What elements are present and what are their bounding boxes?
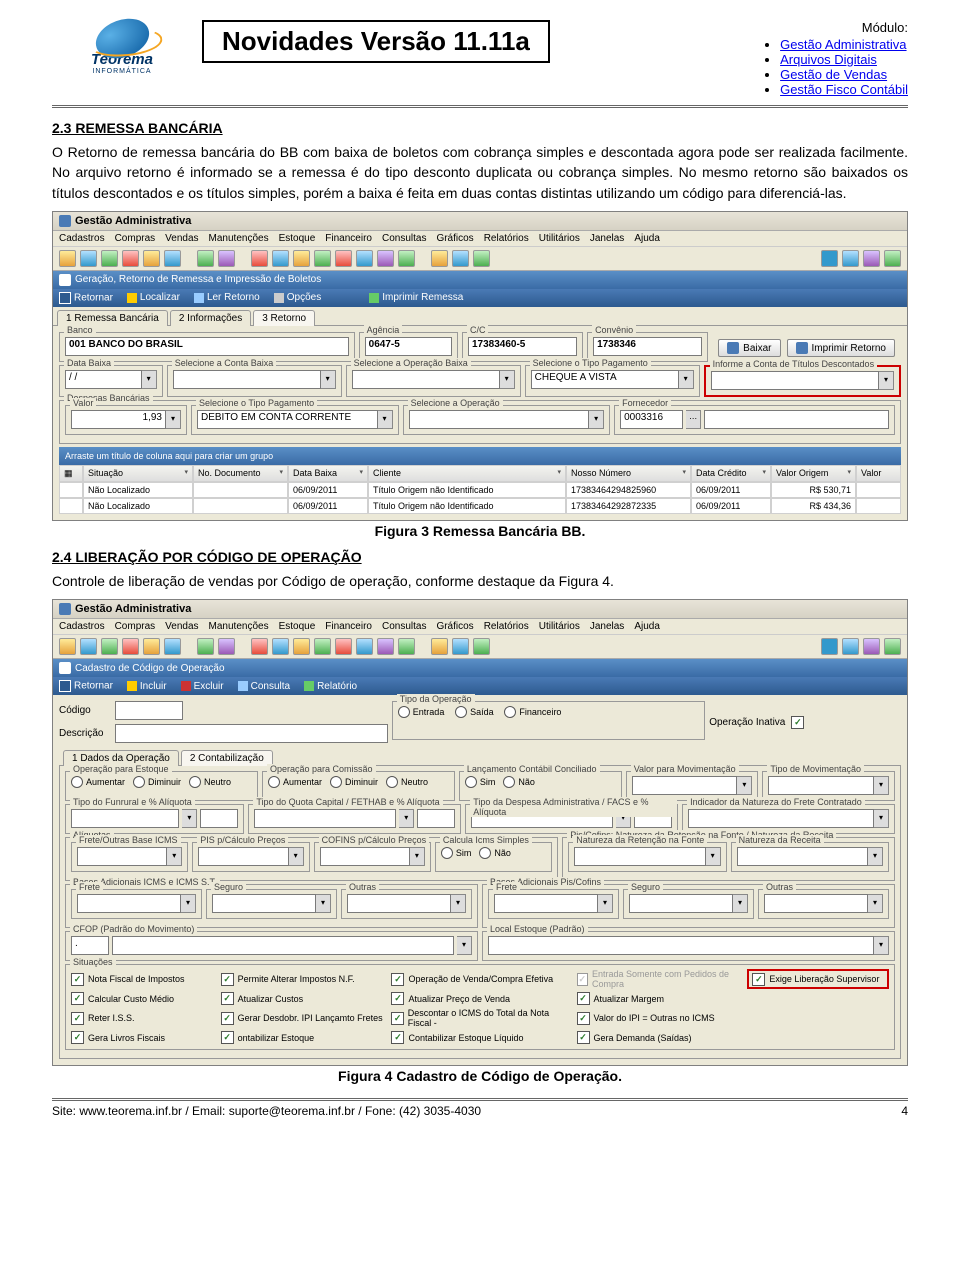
page-title: Novidades Versão 11.11a — [202, 20, 550, 63]
chevron-down-icon[interactable]: ▾ — [879, 371, 894, 390]
action-bar[interactable]: Retornar Incluir Excluir Consulta Relató… — [53, 677, 907, 695]
chevron-down-icon[interactable]: ▾ — [142, 370, 157, 389]
section-text-24: Controle de liberação de vendas por Códi… — [52, 571, 908, 591]
radio-saida[interactable]: Saída — [455, 706, 494, 718]
action-bar[interactable]: Retornar Localizar Ler Retorno Opções Im… — [53, 289, 907, 307]
cc-field[interactable]: 17383460-5 — [468, 337, 577, 356]
tab-remessa: 1 Remessa Bancária — [57, 310, 168, 326]
check-entrada-pedidos: Entrada Somente com Pedidos de Compra — [577, 969, 740, 989]
grid-header[interactable]: ▦ Situação▾ No. Documento▾ Data Baixa▾ C… — [59, 465, 901, 482]
codigo-input[interactable] — [115, 701, 183, 720]
figure-caption-3: Figura 3 Remessa Bancária BB. — [52, 523, 908, 539]
imprimir-remessa-button: Imprimir Remessa — [369, 292, 463, 303]
table-row[interactable]: Não Localizado 06/09/2011 Título Origem … — [59, 498, 901, 514]
window-title: Gestão Administrativa — [53, 212, 907, 231]
ler-retorno-button: Ler Retorno — [194, 292, 260, 303]
retornar-button: Retornar — [59, 680, 113, 692]
chevron-down-icon[interactable]: ▾ — [166, 410, 181, 429]
relatorio-button: Relatório — [304, 681, 357, 692]
screenshot-figure-3: Gestão Administrativa CadastrosComprasVe… — [52, 211, 908, 521]
retornar-button: Retornar — [59, 292, 113, 304]
localizar-button: Localizar — [127, 292, 180, 303]
module-list: Módulo: Gestão Administrativa Arquivos D… — [762, 20, 908, 97]
operacao-select[interactable] — [409, 410, 590, 429]
menu-bar[interactable]: CadastrosComprasVendasManutençõesEstoque… — [53, 619, 907, 635]
convenio-field[interactable]: 1738346 — [593, 337, 702, 356]
consulta-button: Consulta — [238, 681, 290, 692]
menu-bar[interactable]: CadastrosComprasVendasManutençõesEstoque… — [53, 231, 907, 247]
imprimir-retorno-button[interactable]: Imprimir Retorno — [787, 339, 895, 357]
page-header: Teorema INFORMÁTICA Novidades Versão 11.… — [52, 20, 908, 108]
operacao-baixa-select[interactable] — [352, 370, 500, 389]
screenshot-figure-4: Gestão Administrativa CadastrosComprasVe… — [52, 599, 908, 1066]
banco-field[interactable]: 001 BANCO DO BRASIL — [65, 337, 349, 356]
check-alterar-impostos[interactable]: Permite Alterar Impostos N.F. — [221, 969, 384, 989]
baixar-button[interactable]: Baixar — [718, 339, 780, 357]
main-toolbar[interactable] — [53, 247, 907, 271]
fornecedor-input[interactable]: 0003316 — [620, 410, 683, 429]
page-footer: Site: www.teorema.inf.br / Email: suport… — [52, 1098, 908, 1118]
tipo-pagamento-select[interactable]: CHEQUE A VISTA — [531, 370, 679, 389]
module-link[interactable]: Gestão Fisco Contábil — [780, 82, 908, 97]
tipo-pagamento2-select[interactable]: DEBITO EM CONTA CORRENTE — [197, 410, 378, 429]
chevron-down-icon[interactable]: ▾ — [679, 370, 694, 389]
opcoes-button: Opções — [274, 292, 321, 303]
check-nf-impostos[interactable]: Nota Fiscal de Impostos — [71, 969, 213, 989]
section-heading-23: 2.3 REMESSA BANCÁRIA — [52, 120, 908, 136]
check-exige-liberacao[interactable]: Exige Liberação Supervisor — [747, 969, 889, 989]
conta-titulos-descontados-select[interactable] — [711, 371, 879, 390]
chevron-down-icon[interactable]: ▾ — [589, 410, 604, 429]
chevron-down-icon[interactable]: ▾ — [378, 410, 393, 429]
chevron-down-icon[interactable]: ▾ — [321, 370, 336, 389]
module-link[interactable]: Gestão Administrativa — [780, 37, 906, 52]
module-link[interactable]: Gestão de Vendas — [780, 67, 887, 82]
tab-bar[interactable]: 1 Remessa Bancária 2 Informações 3 Retor… — [53, 307, 907, 326]
table-row[interactable]: Não Localizado 06/09/2011 Título Origem … — [59, 482, 901, 498]
excluir-button: Excluir — [181, 681, 224, 692]
incluir-button: Incluir — [127, 681, 167, 692]
agencia-field[interactable]: 0647-5 — [365, 337, 452, 356]
panel-header: Cadastro de Código de Operação — [53, 659, 907, 677]
descricao-input[interactable] — [115, 724, 388, 743]
tab-contabilizacao: 2 Contabilização — [181, 750, 273, 766]
grid-group-hint: Arraste um título de coluna aqui para cr… — [59, 447, 901, 465]
main-toolbar[interactable] — [53, 635, 907, 659]
conta-baixa-select[interactable] — [173, 370, 321, 389]
tab-informacoes: 2 Informações — [170, 310, 251, 326]
check-venda-compra[interactable]: Operação de Venda/Compra Efetiva — [391, 969, 568, 989]
radio-financeiro[interactable]: Financeiro — [504, 706, 561, 718]
chevron-down-icon[interactable]: ▾ — [500, 370, 515, 389]
data-baixa-input[interactable]: / / — [65, 370, 142, 389]
logo: Teorema INFORMÁTICA — [52, 20, 192, 75]
window-title: Gestão Administrativa — [53, 600, 907, 619]
module-link[interactable]: Arquivos Digitais — [780, 52, 877, 67]
panel-header: Geração, Retorno de Remessa e Impressão … — [53, 271, 907, 289]
operacao-inativa-checkbox[interactable] — [791, 716, 804, 729]
section-heading-24: 2.4 LIBERAÇÃO POR CÓDIGO DE OPERAÇÃO — [52, 549, 908, 565]
figure-caption-4: Figura 4 Cadastro de Código de Operação. — [52, 1068, 908, 1084]
section-text-23: O Retorno de remessa bancária do BB com … — [52, 142, 908, 203]
lookup-icon[interactable]: ⋯ — [686, 410, 701, 429]
tab-retorno: 3 Retorno — [253, 310, 315, 326]
valor-input[interactable]: 1,93 — [71, 410, 166, 429]
radio-entrada[interactable]: Entrada — [398, 706, 445, 718]
